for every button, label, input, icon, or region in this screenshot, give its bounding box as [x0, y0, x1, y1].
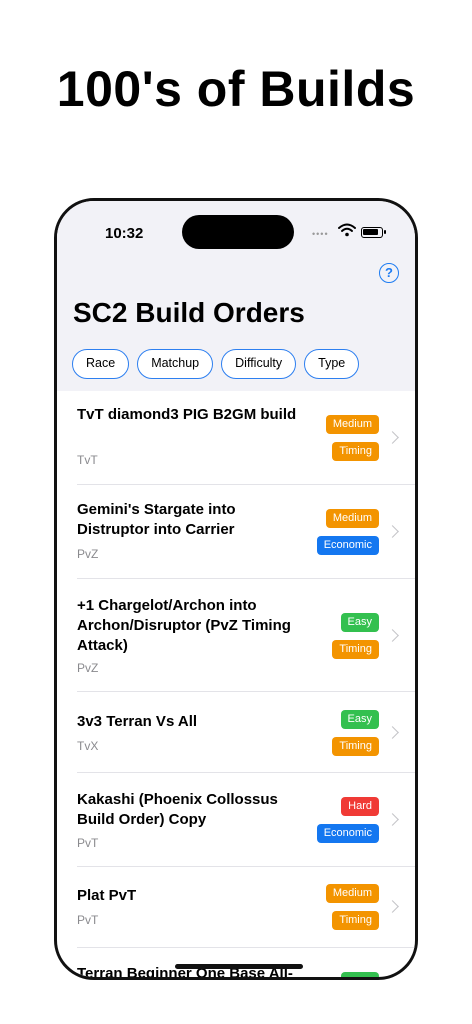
difficulty-badge: Hard [341, 797, 379, 816]
build-title: TvT diamond3 PIG B2GM build [77, 406, 297, 423]
chevron-right-icon [386, 629, 399, 642]
type-badge: Timing [332, 911, 379, 930]
filter-type-chip[interactable]: Type [304, 349, 360, 379]
phone-frame: 10:32 •••• ? SC2 Build Orders Race Match… [54, 198, 418, 980]
page-title: SC2 Build Orders [73, 297, 305, 328]
build-title: Plat PvT [77, 887, 137, 904]
build-title: Kakashi (Phoenix Collossus Build Order) … [77, 791, 278, 828]
cellular-signal-icon: •••• [312, 229, 329, 239]
build-matchup: PvZ [77, 547, 99, 561]
filter-bar: Race Matchup Difficulty Type [72, 349, 360, 379]
build-title: +1 Chargelot/Archon into Archon/Disrupto… [77, 597, 291, 654]
difficulty-badge: Easy [340, 710, 379, 729]
filter-race-chip[interactable]: Race [72, 349, 130, 379]
type-badge: Timing [332, 737, 379, 756]
build-matchup: TvT [77, 453, 98, 467]
build-title: 3v3 Terran Vs All [77, 713, 198, 730]
type-badge: Economic [316, 536, 379, 555]
build-matchup: PvZ [77, 661, 99, 675]
chevron-right-icon [386, 726, 399, 739]
dynamic-island [182, 215, 294, 249]
difficulty-badge: Medium [325, 509, 379, 528]
help-icon-button[interactable]: ? [379, 263, 399, 283]
status-time: 10:32 [105, 225, 144, 242]
build-row[interactable]: Gemini's Stargate into Distruptor into C… [57, 485, 415, 579]
type-badge: Timing [332, 442, 379, 461]
home-indicator [175, 964, 303, 969]
build-row[interactable]: Plat PvT PvT Medium Timing [57, 867, 415, 948]
build-title: Gemini's Stargate into Distruptor into C… [77, 501, 236, 538]
filter-difficulty-chip[interactable]: Difficulty [221, 349, 297, 379]
build-matchup: PvT [77, 836, 99, 850]
difficulty-badge: Easy [340, 613, 379, 632]
build-row[interactable]: TvT diamond3 PIG B2GM build TvT Medium T… [57, 391, 415, 485]
chevron-right-icon [386, 431, 399, 444]
type-badge: Economic [316, 824, 379, 843]
difficulty-badge: Medium [325, 415, 379, 434]
chevron-right-icon [386, 525, 399, 538]
build-matchup: PvT [77, 913, 99, 927]
difficulty-badge: Medium [325, 884, 379, 903]
build-list: TvT diamond3 PIG B2GM build TvT Medium T… [57, 391, 415, 977]
chevron-right-icon [386, 813, 399, 826]
type-badge: Timing [332, 640, 379, 659]
filter-matchup-chip[interactable]: Matchup [137, 349, 214, 379]
build-row[interactable]: +1 Chargelot/Archon into Archon/Disrupto… [57, 579, 415, 692]
marketing-headline: 100's of Builds [56, 61, 416, 117]
difficulty-badge [341, 972, 379, 977]
chevron-right-icon [386, 900, 399, 913]
build-matchup: TvX [77, 739, 99, 753]
build-row[interactable]: 3v3 Terran Vs All TvX Easy Timing [57, 692, 415, 773]
battery-icon [361, 227, 386, 238]
app-header: 10:32 •••• ? SC2 Build Orders Race Match… [57, 201, 415, 391]
wifi-icon [338, 223, 356, 237]
build-row[interactable]: Kakashi (Phoenix Collossus Build Order) … [57, 773, 415, 867]
